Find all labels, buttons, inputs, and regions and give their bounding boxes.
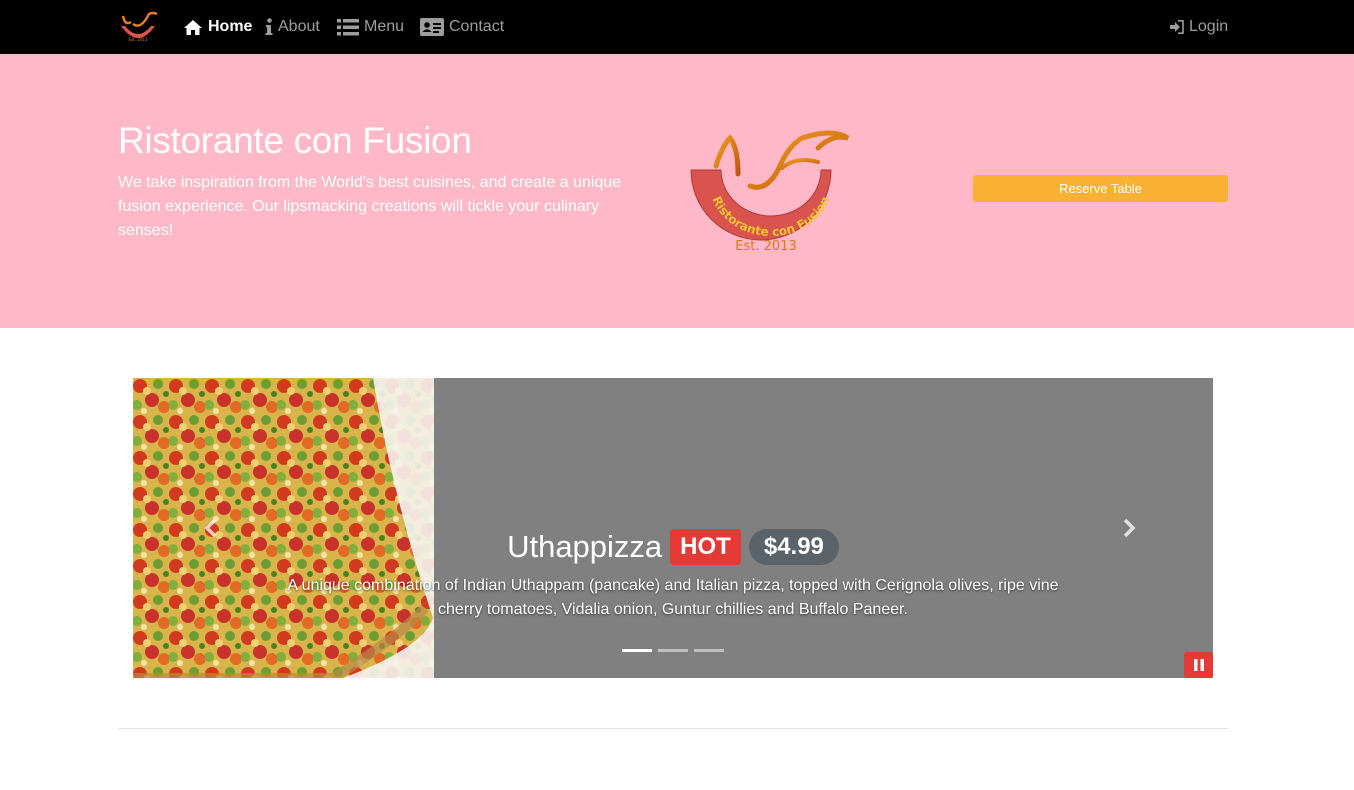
login-link[interactable]: Login	[1170, 0, 1228, 54]
home-icon	[184, 19, 202, 35]
carousel-indicator-1[interactable]	[622, 649, 652, 652]
nav-about-label: About	[278, 18, 320, 35]
caption-title-row: Uthappizza HOT $4.99	[133, 528, 1213, 566]
jumbotron-description: We take inspiration from the World's bes…	[118, 174, 622, 239]
carousel: Uthappizza HOT $4.99 A unique combinatio…	[133, 378, 1213, 678]
hot-badge: HOT	[670, 529, 741, 565]
pause-icon	[1193, 659, 1204, 671]
svg-text:Est. 2013: Est. 2013	[129, 37, 148, 42]
carousel-next-button[interactable]	[1114, 513, 1144, 543]
nav-contact-label: Contact	[449, 18, 505, 35]
reserve-table-button[interactable]: Reserve Table	[973, 175, 1228, 202]
price-badge: $4.99	[748, 529, 839, 565]
list-icon	[337, 18, 359, 35]
chevron-right-icon	[1123, 518, 1136, 538]
dish-name: Uthappizza	[507, 529, 663, 564]
jumbotron: Ristorante con Fusion We take inspiratio…	[0, 54, 1354, 328]
info-icon	[265, 18, 273, 35]
carousel-caption: Uthappizza HOT $4.99 A unique combinatio…	[133, 528, 1213, 622]
nav-contact[interactable]: Contact	[420, 0, 504, 54]
restaurant-logo: Ristorante con Fusion Est. 2013	[690, 130, 850, 254]
navbar: Est. 2013 Home About Menu Contact Login	[0, 0, 1354, 54]
section-divider	[118, 728, 1228, 729]
carousel-indicator-2[interactable]	[658, 649, 688, 652]
login-label: Login	[1189, 18, 1229, 35]
sign-in-icon	[1170, 20, 1184, 34]
jumbotron-title: Ristorante con Fusion	[118, 120, 472, 161]
nav-about[interactable]: About	[265, 0, 320, 54]
logo-est-text: Est. 2013	[735, 239, 796, 254]
nav-home-label: Home	[208, 18, 253, 35]
dish-description: A unique combination of Indian Uthappam …	[287, 577, 1059, 618]
nav-menu[interactable]: Menu	[337, 0, 404, 54]
carousel-indicator-3[interactable]	[694, 649, 724, 652]
address-card-icon	[420, 18, 444, 36]
nav-menu-label: Menu	[364, 18, 405, 35]
carousel-indicators	[622, 649, 724, 652]
nav-home[interactable]: Home	[183, 0, 252, 54]
brand-logo[interactable]: Est. 2013	[117, 10, 159, 44]
carousel-pause-button[interactable]	[1184, 652, 1213, 678]
